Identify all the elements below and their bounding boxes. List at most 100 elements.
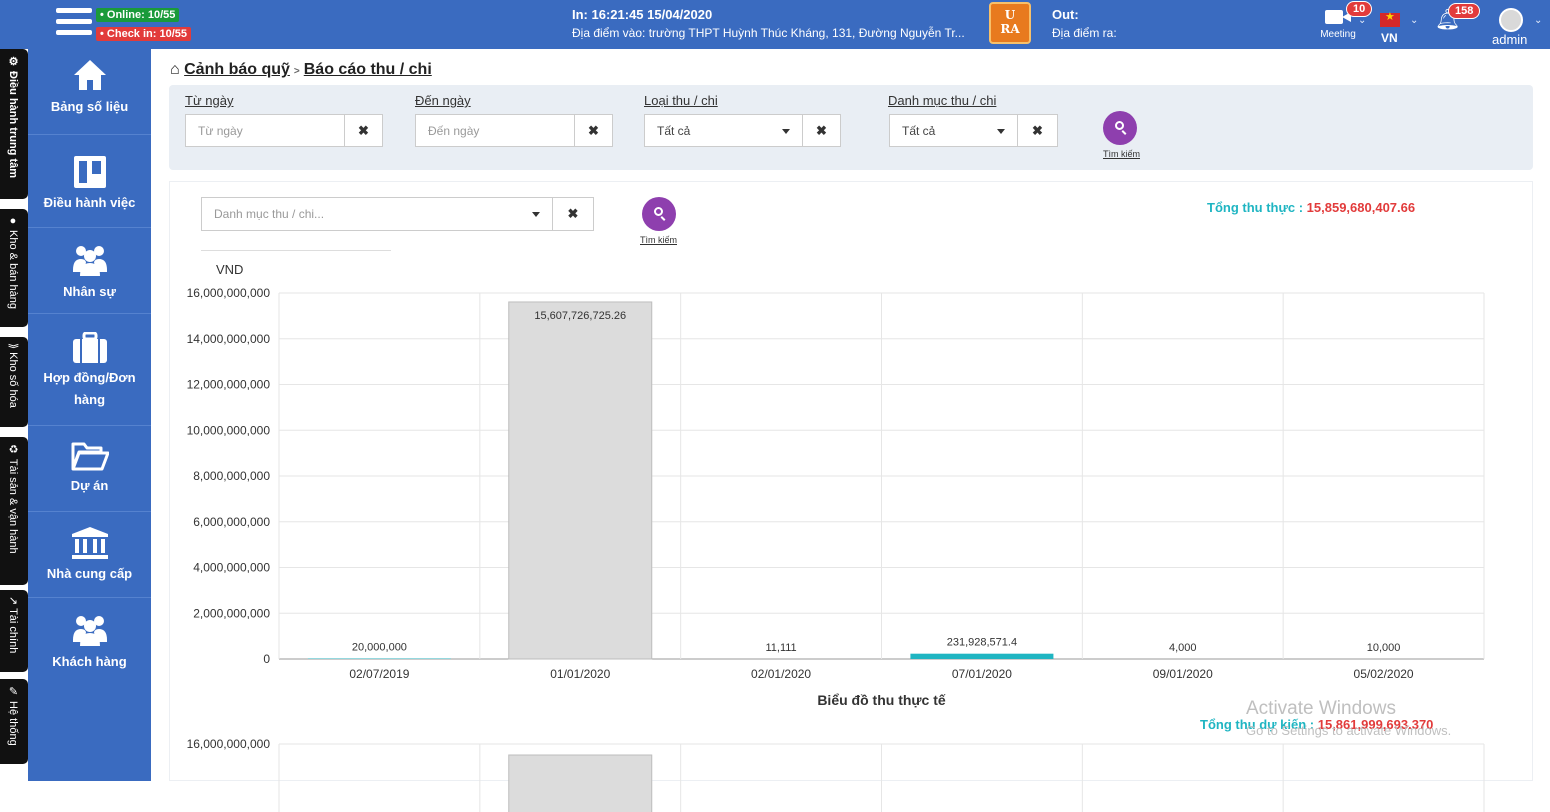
clear-to-date-button[interactable]: ✖ — [574, 114, 613, 147]
total-actual-income: Tổng thu thực : 15,859,680,407.66 — [1207, 200, 1415, 215]
panel-clear-category-button[interactable]: ✖ — [552, 197, 594, 231]
second-chart-y-tick-label: 16,000,000,000 — [187, 737, 271, 751]
y-tick-label: 8,000,000,000 — [193, 469, 270, 483]
data-label: 10,000 — [1367, 642, 1401, 654]
data-label: 4,000 — [1169, 642, 1197, 654]
briefcase-icon — [72, 332, 108, 364]
y-tick-label: 0 — [263, 652, 270, 666]
user-name[interactable]: admin — [1492, 32, 1527, 47]
clear-category-button[interactable]: ✖ — [1017, 114, 1058, 147]
x-tick-label: 05/02/2020 — [1354, 667, 1414, 681]
vtab-he-thong[interactable]: ✎ Hệ thống — [0, 679, 28, 764]
checkout-location: Địa điểm ra: — [1052, 26, 1117, 40]
vtab-kho-ban-hang[interactable]: ● Kho & bán hàng — [0, 209, 28, 327]
sidebar-item-label: Dự án — [28, 475, 151, 497]
breadcrumb-current[interactable]: Báo cáo thu / chi — [304, 61, 432, 78]
sidebar-item-label: Bảng số liệu — [28, 96, 151, 118]
caret-down-icon — [997, 129, 1005, 134]
type-select[interactable]: Tất cả — [644, 114, 803, 147]
board-icon — [73, 155, 107, 189]
home-icon[interactable]: ⌂ — [170, 61, 180, 78]
vietnam-flag-icon[interactable] — [1380, 13, 1400, 27]
vtab-dieu-hanh-trung-tam[interactable]: ⚙ Điều hành trung tâm — [0, 49, 28, 199]
users-icon — [71, 242, 109, 278]
windows-watermark-title: Activate Windows — [1246, 698, 1396, 720]
chevron-down-icon[interactable]: ⌄ — [1534, 15, 1542, 26]
clear-type-button[interactable]: ✖ — [802, 114, 841, 147]
to-date-label: Đến ngày — [415, 93, 471, 108]
panel-search-label[interactable]: Tìm kiếm — [640, 235, 677, 245]
sidebar-item-du-an[interactable]: Dự án — [28, 426, 151, 512]
vtab-tai-san-van-hanh[interactable]: ♻ Tài sản & vận hành — [0, 437, 28, 585]
panel-category-select[interactable]: Danh mục thu / chi... — [201, 197, 553, 231]
chevron-down-icon[interactable]: ⌄ — [1358, 15, 1366, 26]
language-label[interactable]: VN — [1381, 31, 1398, 45]
sidebar-item-hop-dong[interactable]: Hợp đồng/Đơn hàng — [28, 314, 151, 426]
vtab-kho-so-hoa[interactable]: ⟫ Kho số hóa — [0, 337, 28, 427]
caret-down-icon — [782, 129, 790, 134]
avatar[interactable] — [1499, 8, 1523, 32]
sidebar-item-khach-hang[interactable]: Khách hàng — [28, 598, 151, 684]
category-select[interactable]: Tất cả — [889, 114, 1018, 147]
sidebar-item-label: Nhân sự — [28, 281, 151, 303]
chart-title: Biểu đồ thu thực tế — [817, 692, 946, 708]
bar — [509, 302, 652, 659]
sidebar-item-label: hàng — [28, 389, 151, 411]
breadcrumb-separator: > — [294, 66, 300, 77]
home-icon — [72, 57, 108, 93]
chevron-down-icon[interactable]: ⌄ — [1410, 15, 1418, 26]
search-label[interactable]: Tìm kiếm — [1103, 149, 1140, 159]
sidebar: Bảng số liệu Điều hành việc Nhân sự Hợp … — [28, 49, 151, 781]
sidebar-item-label: Khách hàng — [28, 651, 151, 673]
breadcrumb: ⌂ Cảnh báo quỹ > Báo cáo thu / chi — [170, 61, 432, 79]
windows-watermark-subtitle: Go to Settings to activate Windows. — [1246, 723, 1451, 738]
type-label: Loại thu / chi — [644, 93, 718, 108]
checkin-location: Địa điểm vào: trường THPT Huỳnh Thúc Khá… — [572, 26, 977, 40]
y-tick-label: 10,000,000,000 — [187, 423, 271, 437]
top-bar: • Online: 10/55 • Check in: 10/55 In: 16… — [0, 0, 1550, 49]
folder-icon — [71, 440, 109, 472]
bank-icon — [71, 526, 109, 560]
data-label: 231,928,571.4 — [947, 637, 1017, 649]
meeting-label: Meeting — [1318, 29, 1358, 40]
divider — [201, 250, 391, 251]
y-axis-label: VND — [216, 262, 243, 277]
x-tick-label: 01/01/2020 — [550, 667, 610, 681]
vtab-tai-chinh[interactable]: ↗ Tài chính — [0, 590, 28, 672]
caret-down-icon — [532, 212, 540, 217]
breadcrumb-parent-link[interactable]: Cảnh báo quỹ — [184, 61, 290, 78]
category-label: Danh mục thu / chi — [888, 93, 996, 108]
x-tick-label: 02/07/2019 — [349, 667, 409, 681]
second-chart-bar — [509, 755, 652, 812]
x-tick-label: 07/01/2020 — [952, 667, 1012, 681]
sidebar-item-label: Điều hành việc — [28, 192, 151, 214]
y-tick-label: 14,000,000,000 — [187, 332, 271, 346]
search-icon — [1115, 121, 1124, 130]
x-tick-label: 09/01/2020 — [1153, 667, 1213, 681]
sidebar-item-bang-so-lieu[interactable]: Bảng số liệu — [28, 49, 151, 135]
data-label: 15,607,726,725.26 — [534, 310, 626, 322]
sidebar-item-dieu-hanh-viec[interactable]: Điều hành việc — [28, 135, 151, 228]
panel-search-button[interactable] — [642, 197, 676, 231]
from-date-input[interactable]: Từ ngày — [185, 114, 345, 147]
y-tick-label: 12,000,000,000 — [187, 378, 271, 392]
sidebar-item-nha-cung-cap[interactable]: Nhà cung cấp — [28, 512, 151, 598]
sidebar-item-nhan-su[interactable]: Nhân sự — [28, 228, 151, 314]
report-panel: Danh mục thu / chi... ✖ Tìm kiếm Tổng th… — [169, 181, 1533, 781]
module-strip: ⚙ Điều hành trung tâm ● Kho & bán hàng ⟫… — [0, 49, 28, 781]
search-button[interactable] — [1103, 111, 1137, 145]
sidebar-item-label: Hợp đồng/Đơn — [28, 367, 151, 389]
clear-from-date-button[interactable]: ✖ — [344, 114, 383, 147]
menu-icon[interactable] — [56, 8, 92, 38]
ra-logo[interactable]: URA — [989, 2, 1031, 44]
online-badge: • Online: 10/55 — [96, 8, 179, 22]
main-content: ⌂ Cảnh báo quỹ > Báo cáo thu / chi Từ ngày… — [151, 49, 1550, 781]
from-date-label: Từ ngày — [185, 93, 233, 108]
data-label: 20,000,000 — [352, 642, 407, 654]
checkin-badge: • Check in: 10/55 — [96, 27, 191, 41]
bar — [910, 654, 1053, 659]
data-label: 11,111 — [765, 642, 796, 654]
y-tick-label: 16,000,000,000 — [187, 286, 271, 300]
y-tick-label: 6,000,000,000 — [193, 515, 270, 529]
to-date-input[interactable]: Đến ngày — [415, 114, 575, 147]
